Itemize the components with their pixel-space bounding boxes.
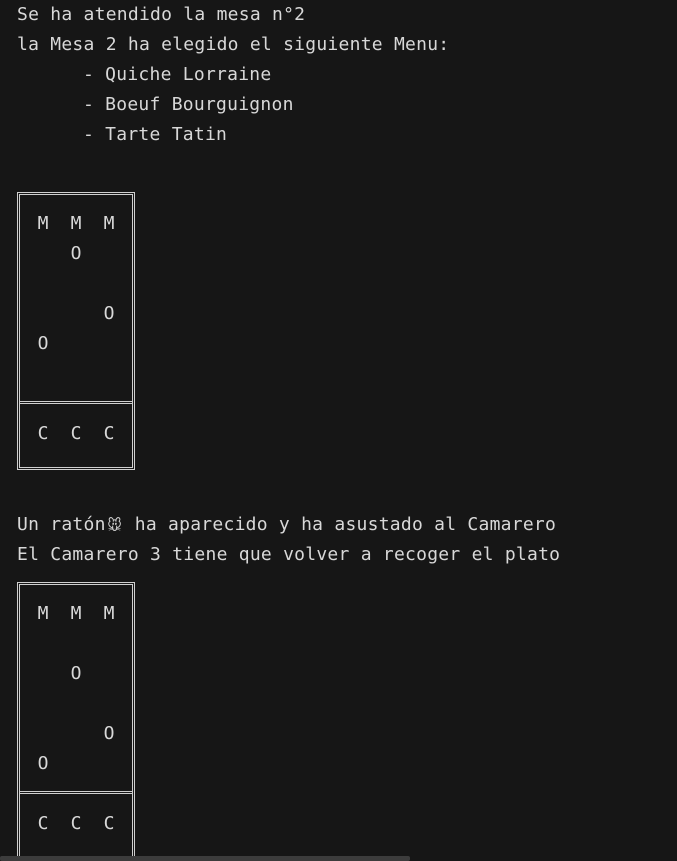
restaurant-board-2: M M M O O O C C C: [17, 582, 135, 860]
console-line-raton: Un ratón 🐭 ha aparecido y ha asustado al …: [17, 510, 556, 540]
console-line-mesa-atendida: Se ha atendido la mesa n°2: [17, 4, 306, 25]
menu-item-quiche: - Quiche Lorraine: [83, 64, 272, 85]
raton-text: Un ratón: [17, 514, 106, 535]
camarero-marker: C: [70, 813, 82, 834]
cliente-marker: O: [70, 243, 82, 264]
console-output: Se ha atendido la mesa n°2 la Mesa 2 ha …: [0, 0, 677, 861]
menu-item-tarte: - Tarte Tatin: [83, 124, 228, 145]
raton-text-rest: ha aparecido y ha asustado al Camarero: [123, 514, 557, 535]
camarero-marker: C: [70, 423, 82, 444]
camarero-marker: C: [103, 423, 115, 444]
cliente-marker: O: [37, 753, 49, 774]
mesa-marker: M: [103, 213, 115, 234]
camarero-marker: C: [103, 813, 115, 834]
mesa-marker: M: [70, 213, 82, 234]
cliente-marker: O: [37, 333, 49, 354]
mesa-marker: M: [70, 603, 82, 624]
restaurant-board-1: M M M O O O C C C: [17, 192, 135, 470]
horizontal-scrollbar[interactable]: [0, 856, 410, 861]
board-divider: [20, 791, 132, 794]
camarero-marker: C: [37, 813, 49, 834]
console-line-menu-elegido: la Mesa 2 ha elegido el siguiente Menu:: [17, 34, 450, 55]
cliente-marker: O: [103, 723, 115, 744]
mesa-marker: M: [37, 213, 49, 234]
board-divider: [20, 401, 132, 404]
cliente-marker: O: [70, 663, 82, 684]
console-line-camarero: El Camarero 3 tiene que volver a recoger…: [17, 544, 561, 565]
mesa-marker: M: [103, 603, 115, 624]
mouse-emoji-icon: 🐭: [107, 518, 123, 534]
cliente-marker: O: [103, 303, 115, 324]
menu-item-boeuf: - Boeuf Bourguignon: [83, 94, 294, 115]
mesa-marker: M: [37, 603, 49, 624]
camarero-marker: C: [37, 423, 49, 444]
